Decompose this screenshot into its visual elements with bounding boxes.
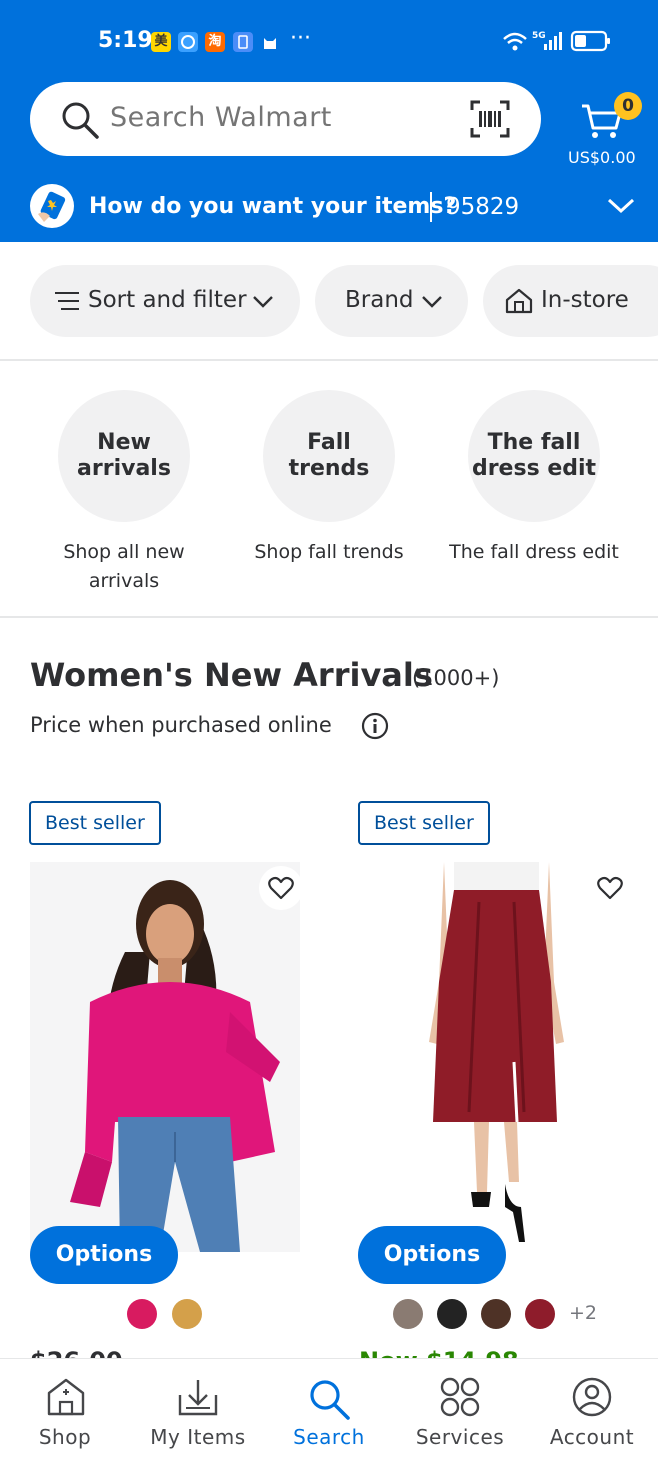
- nav-account[interactable]: Account: [544, 1359, 640, 1462]
- category-circle[interactable]: The fall dress edit: [468, 390, 600, 522]
- search-input[interactable]: [110, 102, 470, 133]
- search-icon: [62, 102, 99, 139]
- heart-icon: [597, 876, 623, 900]
- color-swatch[interactable]: [127, 1299, 157, 1329]
- meituan-app-icon: 美: [151, 32, 171, 52]
- heart-icon: [268, 876, 294, 900]
- status-bar: 5:19 美 淘 ··· 5G: [0, 0, 658, 82]
- chevron-down-icon: [422, 296, 442, 308]
- sim-app-icon: [233, 32, 253, 52]
- product-image[interactable]: [359, 862, 629, 1252]
- category-circle-label: Fall trends: [288, 430, 370, 481]
- cart-count-badge: 0: [614, 92, 642, 120]
- result-count: (1000+): [412, 666, 500, 690]
- category-circle-label: The fall dress edit: [471, 430, 597, 481]
- category-label: The fall dress edit: [449, 541, 619, 563]
- chevron-down-icon: [253, 296, 273, 308]
- bottom-navigation: Shop My Items Search Services Account: [0, 1358, 658, 1462]
- search-icon: [310, 1380, 350, 1420]
- divider: [430, 192, 432, 222]
- chip-label: In-store: [541, 287, 629, 313]
- more-colors-count: +2: [569, 1302, 598, 1324]
- nav-services[interactable]: Services: [412, 1359, 508, 1462]
- category-circle[interactable]: Fall trends: [263, 390, 395, 522]
- color-swatch[interactable]: [393, 1299, 423, 1329]
- cart-button[interactable]: 0 US$0.00: [568, 92, 652, 172]
- brand-chip[interactable]: Brand: [315, 265, 468, 337]
- wifi-signal-battery-icon: 5G: [503, 30, 610, 52]
- favorite-button[interactable]: [588, 866, 629, 910]
- best-seller-badge: Best seller: [358, 801, 490, 845]
- svg-text:5G: 5G: [532, 31, 546, 41]
- color-swatch[interactable]: [437, 1299, 467, 1329]
- nav-label: Services: [415, 1425, 505, 1449]
- category-carousel: New arrivals Shop all new arrivals Fall …: [0, 362, 658, 618]
- chevron-down-icon: [607, 198, 635, 214]
- filter-chip-row: Sort and filter Brand In-store: [0, 243, 658, 361]
- nav-label: Search: [293, 1425, 365, 1449]
- delivery-selector[interactable]: How do you want your items? 95829: [0, 180, 658, 242]
- taobao-app-icon: 淘: [205, 32, 225, 52]
- nav-shop[interactable]: Shop: [20, 1359, 110, 1462]
- store-icon: [505, 288, 533, 314]
- cart-total: US$0.00: [568, 148, 636, 167]
- info-icon[interactable]: [361, 712, 389, 740]
- system-status-icons: 5G: [502, 28, 622, 54]
- color-swatch[interactable]: [525, 1299, 555, 1329]
- color-swatch[interactable]: [481, 1299, 511, 1329]
- cat-app-icon: [260, 32, 280, 52]
- price-note: Price when purchased online: [30, 713, 332, 737]
- options-button[interactable]: Options: [30, 1226, 178, 1284]
- delivery-intent-icon: [30, 184, 74, 228]
- chip-label: Sort and filter: [88, 287, 247, 313]
- favorite-button[interactable]: [259, 866, 300, 910]
- category-label: Shop all new arrivals: [63, 541, 185, 592]
- search-bar[interactable]: [30, 82, 541, 156]
- browser-app-icon: [178, 32, 198, 52]
- account-icon: [572, 1377, 612, 1417]
- services-icon: [440, 1377, 480, 1417]
- nav-label: Shop: [38, 1425, 92, 1449]
- chip-label: Brand: [345, 287, 414, 313]
- category-circle-label: New arrivals: [77, 430, 171, 481]
- in-store-chip[interactable]: In-store: [483, 265, 658, 337]
- zip-code: 95829: [446, 194, 520, 220]
- section-title: Women's New Arrivals: [30, 656, 433, 694]
- product-photo-pink-sweater: [30, 862, 300, 1252]
- nav-my-items[interactable]: My Items: [146, 1359, 250, 1462]
- nav-search[interactable]: Search: [285, 1359, 373, 1462]
- sort-and-filter-chip[interactable]: Sort and filter: [30, 265, 300, 337]
- sliders-icon: [55, 292, 79, 310]
- my-items-icon: [178, 1380, 218, 1416]
- app-header: 5:19 美 淘 ··· 5G Search Walmart 0 US$0.00…: [0, 0, 658, 242]
- category-circle[interactable]: New arrivals: [58, 390, 190, 522]
- status-time: 5:19: [98, 28, 153, 53]
- shop-icon: [47, 1378, 85, 1416]
- category-label: Shop fall trends: [254, 541, 404, 563]
- product-photo-burgundy-skirt: [359, 862, 629, 1252]
- barcode-scan-icon[interactable]: [470, 100, 510, 138]
- options-button[interactable]: Options: [358, 1226, 506, 1284]
- nav-label: My Items: [150, 1425, 246, 1449]
- product-image[interactable]: [30, 862, 300, 1252]
- color-swatch[interactable]: [172, 1299, 202, 1329]
- nav-label: Account: [549, 1425, 635, 1449]
- best-seller-badge: Best seller: [29, 801, 161, 845]
- delivery-question: How do you want your items?: [89, 194, 457, 219]
- more-notifications-icon: ···: [290, 26, 311, 51]
